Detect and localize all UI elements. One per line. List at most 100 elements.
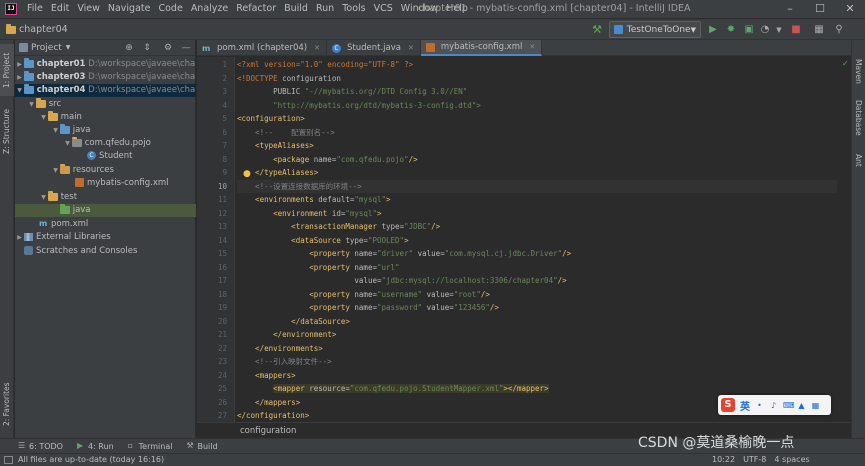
menu-run[interactable]: Run <box>312 0 338 18</box>
terminal-tool-button[interactable]: ▫ Terminal <box>128 442 173 451</box>
project-structure-icon[interactable]: ▦ <box>812 23 826 37</box>
tree-item-chapter04[interactable]: ▼ chapter04 D:\workspace\javaee\chapte <box>15 84 196 97</box>
menu-view[interactable]: View <box>73 0 104 18</box>
chevron-down-icon: ▼ <box>690 25 696 34</box>
locate-icon[interactable]: ⊕ <box>123 42 135 54</box>
tab-maven[interactable]: Maven <box>851 56 865 86</box>
indent-setting[interactable]: 4 spaces <box>774 454 809 466</box>
line-number-gutter <box>197 57 235 422</box>
hide-panel-icon[interactable]: — <box>180 42 192 54</box>
tree-item-test-java[interactable]: java <box>15 204 196 217</box>
collapse-all-icon[interactable]: ⇕ <box>141 42 153 54</box>
project-panel-title[interactable]: Project <box>31 43 62 53</box>
tab-student-java[interactable]: C Student.java ✕ <box>327 40 421 56</box>
code-text: <!DOCTYPE <box>237 73 283 83</box>
breadcrumb[interactable]: chapter04 <box>6 19 68 40</box>
tree-item-java[interactable]: ▼ java <box>15 124 196 137</box>
skin-icon[interactable]: ▲ <box>797 401 806 410</box>
tree-item-chapter03[interactable]: ▶ chapter03 D:\workspace\javaee\chapte <box>15 71 196 84</box>
chevron-down-icon[interactable]: ▼ <box>15 84 24 97</box>
chevron-down-icon[interactable]: ▼ <box>51 124 60 137</box>
menu-code[interactable]: Code <box>154 0 186 18</box>
tree-item-test[interactable]: ▼ test <box>15 191 196 204</box>
tree-item-scratches[interactable]: Scratches and Consoles <box>15 245 196 258</box>
run-configuration-select[interactable]: TestOneToOne ▼ <box>609 21 701 38</box>
tree-item-label: java <box>72 125 91 135</box>
run-icon[interactable]: ▶ <box>706 23 720 37</box>
error-stripe[interactable]: ✓ <box>841 57 851 422</box>
status-window-icon[interactable] <box>4 456 13 464</box>
tree-item-mybatis-config[interactable]: mybatis-config.xml <box>15 177 196 190</box>
menu-analyze[interactable]: Analyze <box>187 0 232 18</box>
menu-build[interactable]: Build <box>280 0 312 18</box>
minimize-button[interactable]: – <box>775 0 805 18</box>
coverage-icon[interactable]: ▣ <box>742 23 756 37</box>
run-tool-button[interactable]: ▶ 4: Run <box>77 442 114 451</box>
ime-language[interactable]: 英 <box>740 398 750 413</box>
tool-label: 4: Run <box>87 441 114 451</box>
build-tool-button[interactable]: ⚒ Build <box>186 442 217 451</box>
chevron-down-icon[interactable]: ▼ <box>51 164 60 177</box>
code-text: <environments <box>237 195 319 204</box>
caret-position[interactable]: 10:22 <box>712 454 735 466</box>
tree-item-main[interactable]: ▼ main <box>15 111 196 124</box>
menu-navigate[interactable]: Navigate <box>104 0 155 18</box>
tab-project[interactable]: 1: Project <box>0 44 14 96</box>
profile-icon[interactable]: ◔ <box>758 23 772 37</box>
close-icon[interactable]: ✕ <box>529 39 535 55</box>
close-icon[interactable]: ✕ <box>408 40 414 56</box>
grid-menu-icon[interactable]: ▦ <box>811 401 820 410</box>
code-editor[interactable]: <?xml version="1.0" encoding="UTF-8" ?> … <box>197 57 851 422</box>
tab-ant[interactable]: Ant <box>851 150 865 170</box>
tab-mybatis-config[interactable]: mybatis-config.xml ✕ <box>420 39 543 56</box>
stop-icon[interactable]: ■ <box>789 23 803 37</box>
lightbulb-icon[interactable]: ● <box>243 169 253 179</box>
file-encoding[interactable]: UTF-8 <box>743 454 766 466</box>
tree-item-src[interactable]: ▼ src <box>15 98 196 111</box>
code-text: /> <box>557 276 567 285</box>
debug-icon[interactable]: ✸ <box>724 23 738 37</box>
build-hammer-icon[interactable]: ⚒ <box>590 23 604 37</box>
ime-toolbar[interactable]: S 英 • ♪ ⌨ ▲ ▦ <box>718 395 831 415</box>
tab-structure[interactable]: Z: Structure <box>0 102 14 162</box>
code-text: > <box>376 208 382 218</box>
gear-icon[interactable]: ⚙ <box>162 42 174 54</box>
breadcrumb-project[interactable]: chapter04 <box>19 19 68 40</box>
tree-item-chapter01[interactable]: ▶ chapter01 D:\workspace\javaee\chapte <box>15 58 196 71</box>
close-icon[interactable]: ✕ <box>314 40 320 56</box>
chevron-right-icon[interactable]: ▶ <box>15 231 24 244</box>
chevron-down-icon[interactable]: ▼ <box>39 191 48 204</box>
module-folder-icon <box>24 71 34 81</box>
chevron-right-icon[interactable]: ▶ <box>15 58 24 71</box>
chevron-down-icon[interactable]: ▼ <box>39 111 48 124</box>
tree-item-external-libraries[interactable]: ▶ External Libraries <box>15 231 196 244</box>
tree-item-package[interactable]: ▼ com.qfedu.pojo <box>15 137 196 150</box>
menu-edit[interactable]: Edit <box>47 0 73 18</box>
punctuation-icon[interactable]: • <box>755 401 764 410</box>
menu-vcs[interactable]: VCS <box>370 0 397 18</box>
tab-favorites[interactable]: 2: Favorites <box>0 376 14 432</box>
keyboard-icon[interactable]: ⌨ <box>783 401 795 410</box>
tab-pom-xml[interactable]: m pom.xml (chapter04) ✕ <box>197 40 327 56</box>
tree-item-pom[interactable]: m pom.xml <box>15 218 196 231</box>
chevron-down-icon[interactable]: ▼ <box>66 44 71 51</box>
chevron-down-icon[interactable]: ▼ <box>63 137 72 150</box>
more-run-chevron-icon[interactable]: ▼ <box>772 23 786 37</box>
search-icon[interactable]: ⚲ <box>832 23 846 37</box>
microphone-icon[interactable]: ♪ <box>769 401 778 410</box>
menu-refactor[interactable]: Refactor <box>232 0 280 18</box>
todo-tool-button[interactable]: ☰ 6: TODO <box>18 442 63 451</box>
run-icon: ▶ <box>76 441 84 450</box>
code-text: <typeAliases> <box>237 141 314 150</box>
maximize-button[interactable]: ☐ <box>805 0 835 18</box>
menu-file[interactable]: File <box>23 0 47 18</box>
close-window-button[interactable]: ✕ <box>835 0 865 18</box>
resources-folder-icon <box>60 164 70 174</box>
chevron-down-icon[interactable]: ▼ <box>27 98 36 111</box>
chevron-right-icon[interactable]: ▶ <box>15 71 24 84</box>
folder-icon <box>48 111 58 121</box>
menu-tools[interactable]: Tools <box>338 0 369 18</box>
tree-item-resources[interactable]: ▼ resources <box>15 164 196 177</box>
tree-item-student[interactable]: C Student <box>15 150 196 163</box>
tab-database[interactable]: Database <box>851 96 865 140</box>
